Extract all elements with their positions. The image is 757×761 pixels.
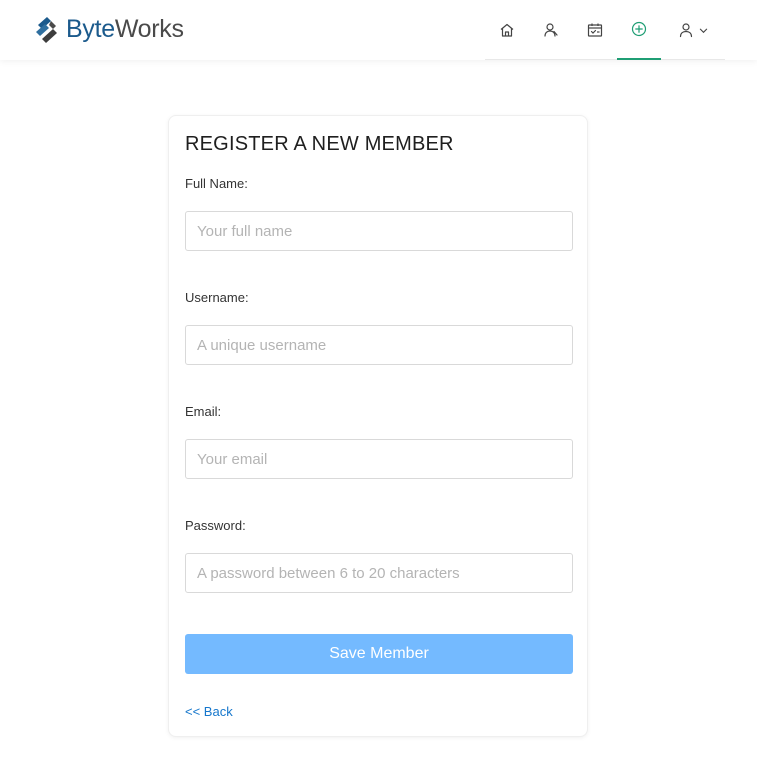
full-name-label: Full Name:	[185, 176, 248, 191]
save-member-button[interactable]: Save Member	[185, 634, 573, 674]
brand-name-part2: Works	[114, 14, 184, 43]
members-icon	[544, 23, 558, 37]
nav-home[interactable]	[485, 0, 529, 60]
brand-name: ByteWorks	[66, 15, 184, 44]
chevron-down-icon	[699, 28, 708, 33]
top-header: ByteWorks	[0, 0, 757, 60]
nav-add-member[interactable]	[617, 0, 661, 60]
email-input[interactable]	[185, 439, 573, 479]
password-input[interactable]	[185, 553, 573, 593]
home-icon	[500, 23, 514, 37]
nav-members[interactable]	[529, 0, 573, 60]
brand-logo[interactable]: ByteWorks	[32, 13, 184, 45]
logo-mark-icon	[36, 17, 57, 43]
user-icon	[679, 23, 693, 38]
register-member-card: REGISTER A NEW MEMBER Full Name: Usernam…	[168, 115, 588, 737]
back-link[interactable]: << Back	[185, 704, 233, 719]
email-label: Email:	[185, 404, 222, 419]
add-circle-icon	[631, 21, 647, 37]
page-title: REGISTER A NEW MEMBER	[185, 133, 454, 155]
calendar-icon	[587, 23, 603, 37]
main-nav	[485, 0, 725, 60]
brand-name-part1: Byte	[66, 14, 115, 43]
username-label: Username:	[185, 290, 249, 305]
username-input[interactable]	[185, 325, 573, 365]
nav-user-menu[interactable]	[663, 0, 723, 60]
nav-calendar[interactable]	[573, 0, 617, 60]
full-name-input[interactable]	[185, 211, 573, 251]
password-label: Password:	[185, 518, 246, 533]
